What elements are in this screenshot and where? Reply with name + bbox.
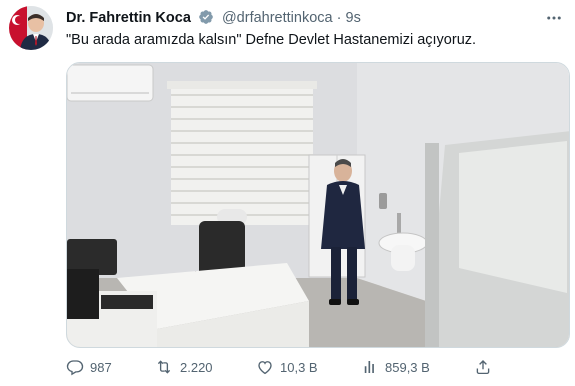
reply-button[interactable]: 987 — [66, 358, 112, 376]
share-icon — [474, 358, 492, 376]
avatar[interactable] — [9, 6, 53, 50]
author-name[interactable]: Dr. Fahrettin Koca — [66, 10, 191, 26]
views-button[interactable]: 859,3 B — [361, 358, 430, 376]
views-icon — [361, 358, 379, 376]
tweet-actions: 987 2.220 10,3 B 859,3 B — [66, 358, 506, 380]
tweet-text: "Bu arada aramızda kalsın" Defne Devlet … — [66, 32, 477, 48]
like-button[interactable]: 10,3 B — [256, 358, 318, 376]
tweet-media-photo[interactable] — [66, 62, 570, 348]
reply-count: 987 — [90, 359, 112, 375]
retweet-button[interactable]: 2.220 — [154, 358, 213, 376]
reply-icon — [66, 358, 84, 376]
views-count: 859,3 B — [385, 359, 430, 375]
share-button[interactable] — [474, 358, 492, 376]
author-handle[interactable]: @drfahrettinkoca — [222, 10, 333, 26]
retweet-icon — [154, 358, 174, 376]
tweet-timestamp[interactable]: 9s — [346, 10, 361, 26]
like-count: 10,3 B — [280, 359, 318, 375]
hospital-room-photo — [67, 63, 569, 347]
tweet-header: Dr. Fahrettin Koca @drfahrettinkoca · 9s — [66, 9, 565, 29]
more-icon[interactable] — [545, 9, 563, 32]
verified-badge-icon — [198, 9, 214, 29]
retweet-count: 2.220 — [180, 359, 213, 375]
heart-icon — [256, 358, 274, 376]
separator-dot: · — [336, 10, 342, 26]
